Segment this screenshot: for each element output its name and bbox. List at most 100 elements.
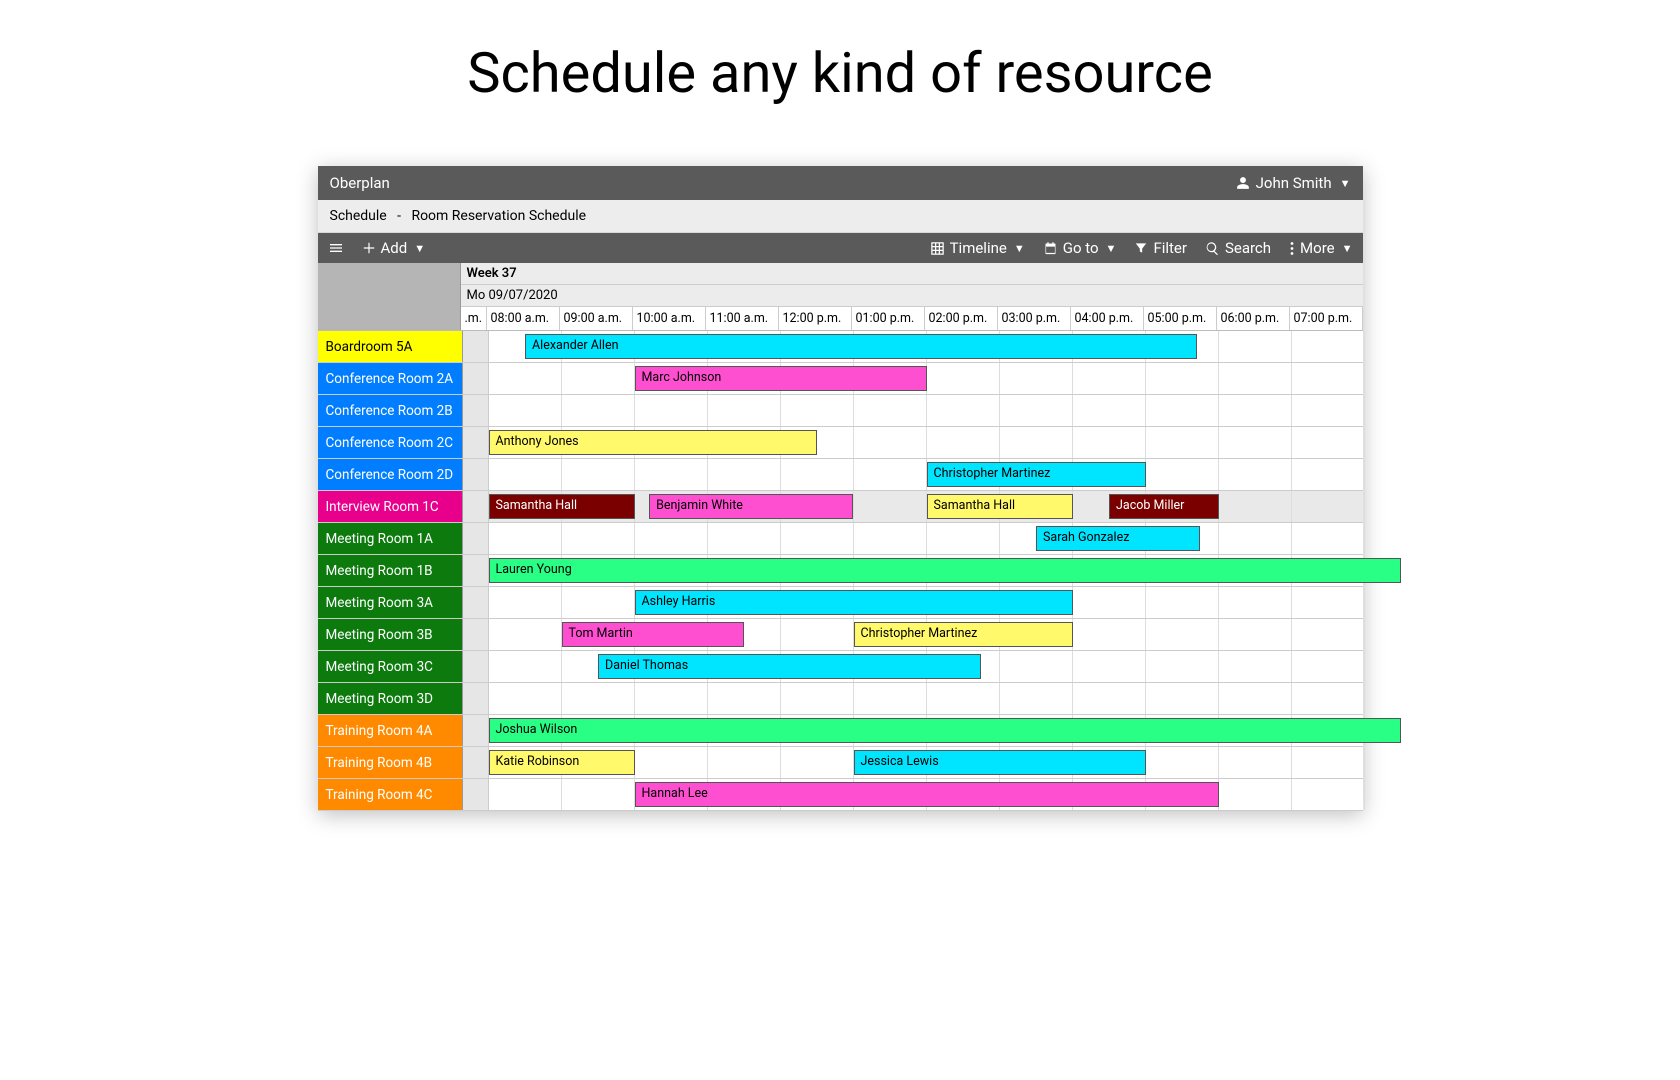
header-corner [318,263,461,330]
resource-track[interactable]: Christopher Martinez [463,459,1363,490]
user-menu[interactable]: John Smith ▼ [1236,174,1351,192]
event[interactable]: Katie Robinson [489,750,635,775]
event[interactable]: Lauren Young [489,558,1402,583]
hour-cell: 10:00 a.m. [633,307,706,330]
resource-label[interactable]: Meeting Room 3C [318,651,463,682]
event[interactable]: Benjamin White [649,494,853,519]
menu-button[interactable] [328,240,344,256]
resource-track[interactable]: Lauren Young [463,555,1363,586]
page-title: Schedule any kind of resource [0,0,1680,136]
hour-cell: 07:00 p.m. [1290,307,1363,330]
date-label: Mo 09/07/2020 [461,285,1363,307]
app-name: Oberplan [330,174,390,192]
resource-label[interactable]: Training Room 4B [318,747,463,778]
resource-track[interactable] [463,395,1363,426]
resource-label[interactable]: Meeting Room 1B [318,555,463,586]
resource-row: Meeting Room 3A Ashley Harris [318,587,1363,619]
event[interactable]: Jacob Miller [1109,494,1219,519]
resource-label[interactable]: Training Room 4A [318,715,463,746]
hour-cell: 08:00 a.m. [487,307,560,330]
resource-track[interactable]: Tom Martin Christopher Martinez [463,619,1363,650]
resource-row: Training Room 4C Hannah Lee [318,779,1363,811]
resource-label[interactable]: Training Room 4C [318,779,463,810]
event[interactable]: Marc Johnson [635,366,927,391]
resource-track[interactable]: Ashley Harris [463,587,1363,618]
event[interactable]: Tom Martin [562,622,745,647]
timeline-label: Timeline [950,239,1007,257]
resource-label[interactable]: Conference Room 2C [318,427,463,458]
resource-label[interactable]: Meeting Room 1A [318,523,463,554]
goto-button[interactable]: Go to ▼ [1043,239,1117,257]
event[interactable]: Anthony Jones [489,430,818,455]
hours-row: .m.08:00 a.m.09:00 a.m.10:00 a.m.11:00 a… [461,307,1363,330]
event[interactable]: Samantha Hall [927,494,1073,519]
resource-track[interactable]: Sarah Gonzalez [463,523,1363,554]
resource-row: Meeting Room 3D [318,683,1363,715]
grid-icon [930,241,945,256]
hour-cell: 03:00 p.m. [998,307,1071,330]
resource-track[interactable]: Marc Johnson [463,363,1363,394]
breadcrumb-page: Room Reservation Schedule [411,208,586,224]
resource-row: Meeting Room 1BLauren Young [318,555,1363,587]
event[interactable]: Sarah Gonzalez [1036,526,1200,551]
resource-track[interactable]: Anthony Jones [463,427,1363,458]
resource-label[interactable]: Interview Room 1C [318,491,463,522]
time-header: Week 37 Mo 09/07/2020 .m.08:00 a.m.09:00… [318,263,1363,331]
hour-cell: 12:00 p.m. [779,307,852,330]
filter-button[interactable]: Filter [1134,239,1187,257]
resource-track[interactable]: Samantha Hall Benjamin White Samantha Hall… [463,491,1363,522]
resource-track[interactable]: Joshua Wilson [463,715,1363,746]
resource-label[interactable]: Meeting Room 3D [318,683,463,714]
timeline-button[interactable]: Timeline ▼ [930,239,1025,257]
search-button[interactable]: Search [1205,239,1271,257]
resource-label[interactable]: Meeting Room 3B [318,619,463,650]
schedule-body: Boardroom 5A Alexander Allen Conference Ro… [318,331,1363,811]
resource-track[interactable]: Katie Robinson Jessica Lewis [463,747,1363,778]
resource-label[interactable]: Conference Room 2D [318,459,463,490]
resource-label[interactable]: Meeting Room 3A [318,587,463,618]
hour-cell: 05:00 p.m. [1144,307,1217,330]
event[interactable]: Samantha Hall [489,494,635,519]
caret-down-icon: ▼ [414,242,425,255]
resource-track[interactable] [463,683,1363,714]
resource-row: Interview Room 1C Samantha Hall Benjamin W… [318,491,1363,523]
resource-track[interactable]: Daniel Thomas [463,651,1363,682]
resource-track[interactable]: Alexander Allen [463,331,1363,362]
hamburger-icon [328,240,344,256]
event[interactable]: Alexander Allen [525,334,1197,359]
caret-down-icon: ▼ [1106,242,1117,255]
resource-row: Conference Room 2D Christopher Martinez [318,459,1363,491]
hour-cell: 04:00 p.m. [1071,307,1144,330]
resource-track[interactable]: Hannah Lee [463,779,1363,810]
resource-label[interactable]: Boardroom 5A [318,331,463,362]
resource-row: Training Room 4AJoshua Wilson [318,715,1363,747]
funnel-icon [1134,241,1148,255]
week-label: Week 37 [461,263,1363,285]
event[interactable]: Christopher Martinez [854,622,1073,647]
caret-down-icon: ▼ [1342,242,1353,255]
resource-label[interactable]: Conference Room 2A [318,363,463,394]
resource-row: Conference Room 2A Marc Johnson [318,363,1363,395]
event[interactable]: Jessica Lewis [854,750,1146,775]
resource-label[interactable]: Conference Room 2B [318,395,463,426]
event[interactable]: Joshua Wilson [489,718,1402,743]
resource-row: Meeting Room 3C Daniel Thomas [318,651,1363,683]
app-window: Oberplan John Smith ▼ Schedule - Room Re… [318,166,1363,811]
event[interactable]: Ashley Harris [635,590,1073,615]
plus-icon [362,241,376,255]
resource-row: Meeting Room 3B Tom Martin Christopher Mar… [318,619,1363,651]
event[interactable]: Christopher Martinez [927,462,1146,487]
hour-cell: 01:00 p.m. [852,307,925,330]
breadcrumb: Schedule - Room Reservation Schedule [318,200,1363,233]
hour-cell-fragment: .m. [461,307,487,330]
search-icon [1205,241,1220,256]
breadcrumb-root[interactable]: Schedule [330,208,387,224]
more-label: More [1300,239,1335,257]
event[interactable]: Daniel Thomas [598,654,981,679]
more-button[interactable]: More ▼ [1289,239,1352,257]
event[interactable]: Hannah Lee [635,782,1219,807]
caret-down-icon: ▼ [1014,242,1025,255]
add-button[interactable]: Add ▼ [362,239,426,257]
resource-row: Boardroom 5A Alexander Allen [318,331,1363,363]
search-label: Search [1225,239,1271,257]
